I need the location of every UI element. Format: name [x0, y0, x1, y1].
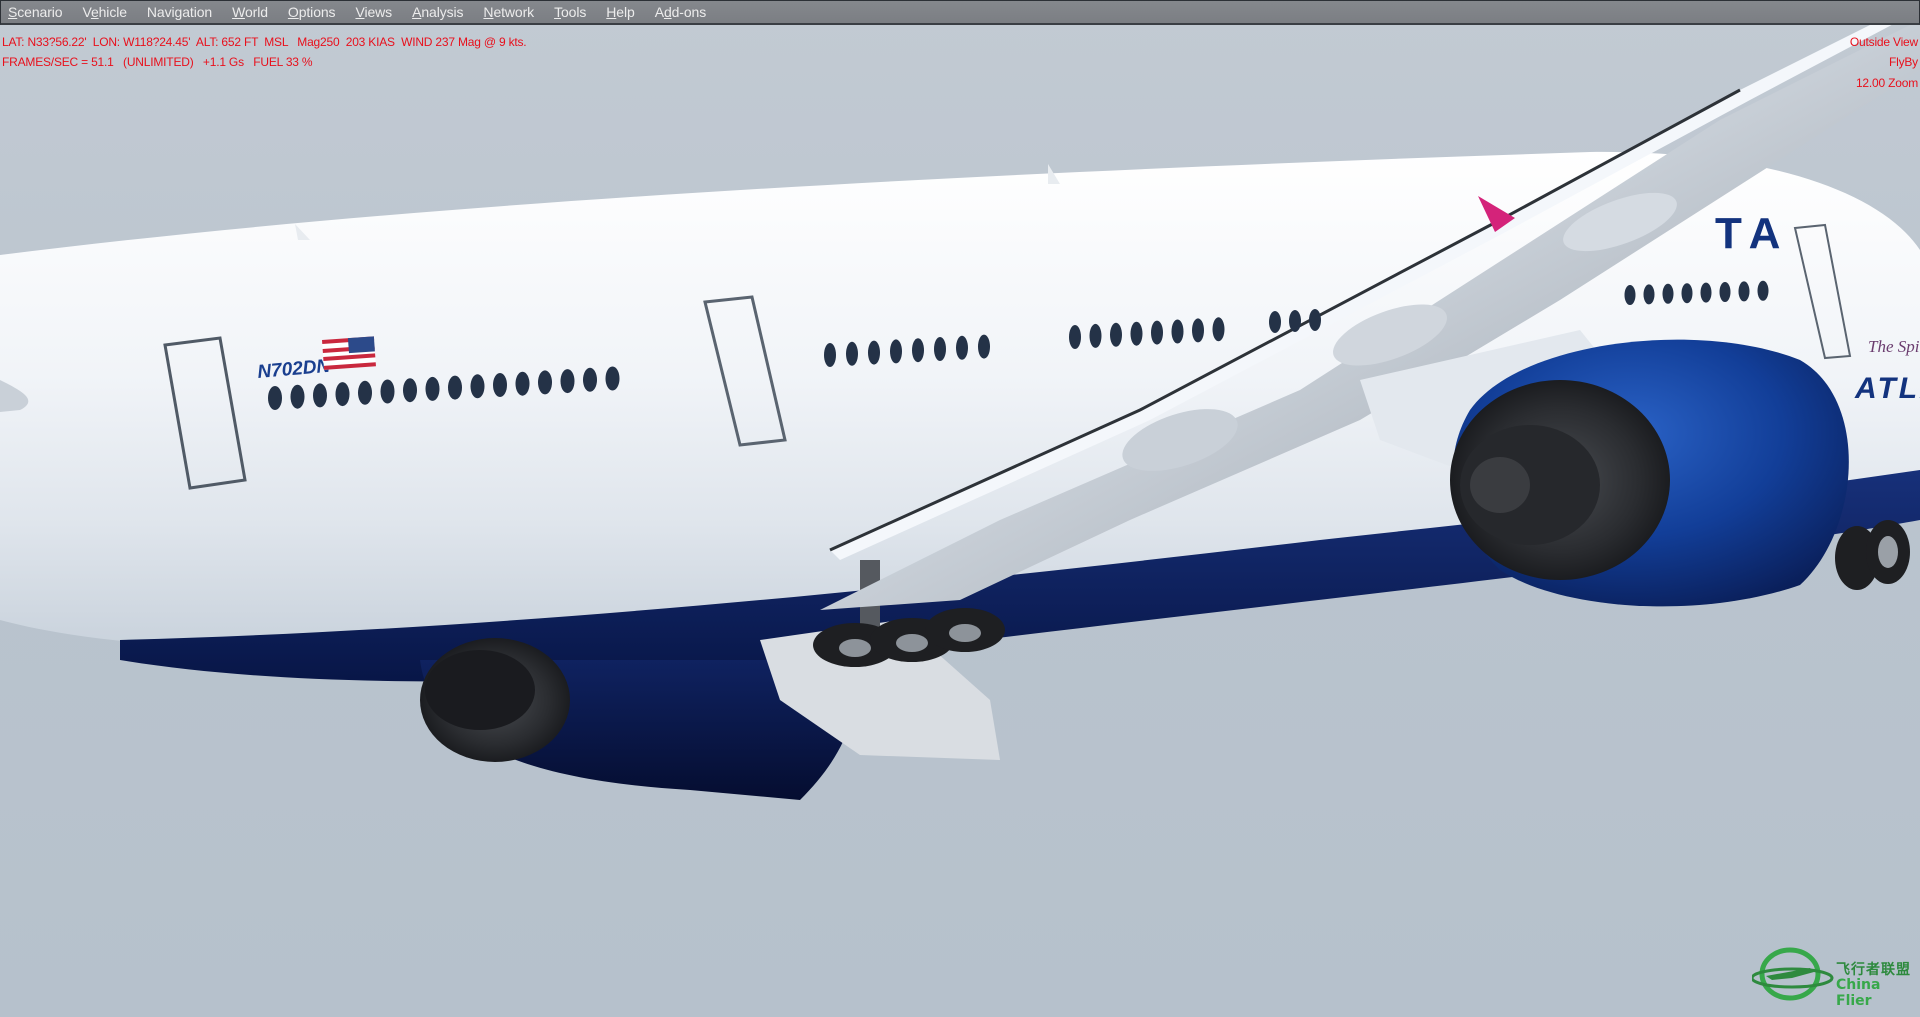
- cabin-window: [1309, 309, 1321, 331]
- cabin-window: [605, 366, 620, 391]
- menu-views[interactable]: Views: [355, 4, 392, 20]
- hud-view-label: Outside View: [1849, 35, 1918, 49]
- watermark-english-text: China Flier: [1836, 977, 1881, 1009]
- hud-zoom-level: 12.00 Zoom: [1855, 76, 1918, 90]
- cabin-window: [358, 380, 372, 405]
- cabin-window: [1069, 325, 1081, 349]
- cabin-window: [1089, 323, 1102, 348]
- menu-tools[interactable]: Tools: [554, 4, 586, 20]
- cabin-window: [934, 337, 946, 361]
- cabin-window: [268, 386, 282, 410]
- menu-bar: Scenario Vehicle Navigation World Options Vie…: [0, 0, 1920, 25]
- hud-position-readout: LAT: N33?56.22' LON: W118?24.45' ALT: 65…: [2, 35, 527, 49]
- cabin-window: [425, 376, 440, 401]
- sim-viewport[interactable]: N702DN TA The Spirit of ATLANTA: [0, 0, 1920, 1017]
- cabin-window: [1269, 311, 1281, 333]
- menu-scenario[interactable]: Scenario: [8, 4, 63, 20]
- cabin-window: [493, 373, 507, 397]
- cabin-window: [1192, 318, 1204, 343]
- china-flier-watermark: 飞行者联盟 China Flier: [1752, 944, 1920, 1009]
- menu-add-ons[interactable]: Add-ons: [655, 4, 707, 20]
- cabin-window: [1738, 281, 1750, 302]
- cabin-window: [890, 339, 902, 364]
- cabin-window: [470, 374, 485, 399]
- cabin-window: [1151, 320, 1163, 345]
- menu-vehicle[interactable]: Vehicle: [82, 4, 127, 20]
- cabin-window: [1681, 283, 1693, 304]
- cabin-window: [1212, 317, 1225, 342]
- menu-options[interactable]: Options: [288, 4, 336, 20]
- menu-world[interactable]: World: [232, 4, 268, 20]
- cabin-window: [1289, 310, 1301, 332]
- menu-analysis[interactable]: Analysis: [412, 4, 463, 20]
- hud-performance-readout: FRAMES/SEC = 51.1 (UNLIMITED) +1.1 Gs FU…: [2, 55, 313, 69]
- cabin-window: [978, 334, 990, 359]
- cabin-window: [403, 378, 417, 403]
- livery-name-text: ATLANTA: [1854, 372, 1920, 405]
- airline-text: TA: [1715, 209, 1790, 258]
- menu-navigation[interactable]: Navigation: [147, 4, 212, 20]
- cabin-window: [313, 383, 327, 408]
- cabin-window: [515, 371, 530, 396]
- cabin-window: [1624, 285, 1636, 305]
- cabin-window: [538, 370, 552, 395]
- menu-help[interactable]: Help: [606, 4, 635, 20]
- cabin-window: [956, 335, 968, 360]
- china-flier-logo-icon: [1752, 947, 1834, 1001]
- cabin-window: [1719, 282, 1731, 302]
- cabin-window: [335, 382, 350, 407]
- cabin-window: [1130, 321, 1143, 346]
- livery-script-text: The Spirit of: [1868, 337, 1920, 356]
- nose-landing-gear: [1835, 520, 1910, 590]
- cabin-window: [290, 384, 305, 409]
- cabin-window: [1643, 284, 1655, 305]
- us-flag-decal: [322, 336, 376, 370]
- cabin-window: [824, 343, 836, 367]
- aircraft-scene: N702DN TA The Spirit of ATLANTA: [0, 0, 1920, 800]
- cabin-window: [846, 341, 858, 366]
- cabin-window: [1171, 319, 1184, 344]
- cabin-window: [1110, 322, 1122, 347]
- cabin-window: [912, 338, 924, 363]
- cabin-window: [380, 379, 395, 404]
- cabin-window: [583, 367, 597, 392]
- watermark-chinese-text: 飞行者联盟: [1836, 962, 1911, 978]
- cabin-window: [448, 375, 462, 400]
- cabin-window: [1757, 280, 1769, 301]
- cabin-window: [1662, 283, 1674, 304]
- cabin-window: [560, 369, 575, 394]
- hud-view-mode: FlyBy: [1888, 55, 1918, 69]
- cabin-window: [868, 340, 880, 365]
- menu-network[interactable]: Network: [483, 4, 534, 20]
- engine-near: [1450, 339, 1849, 607]
- cabin-window: [1700, 282, 1712, 303]
